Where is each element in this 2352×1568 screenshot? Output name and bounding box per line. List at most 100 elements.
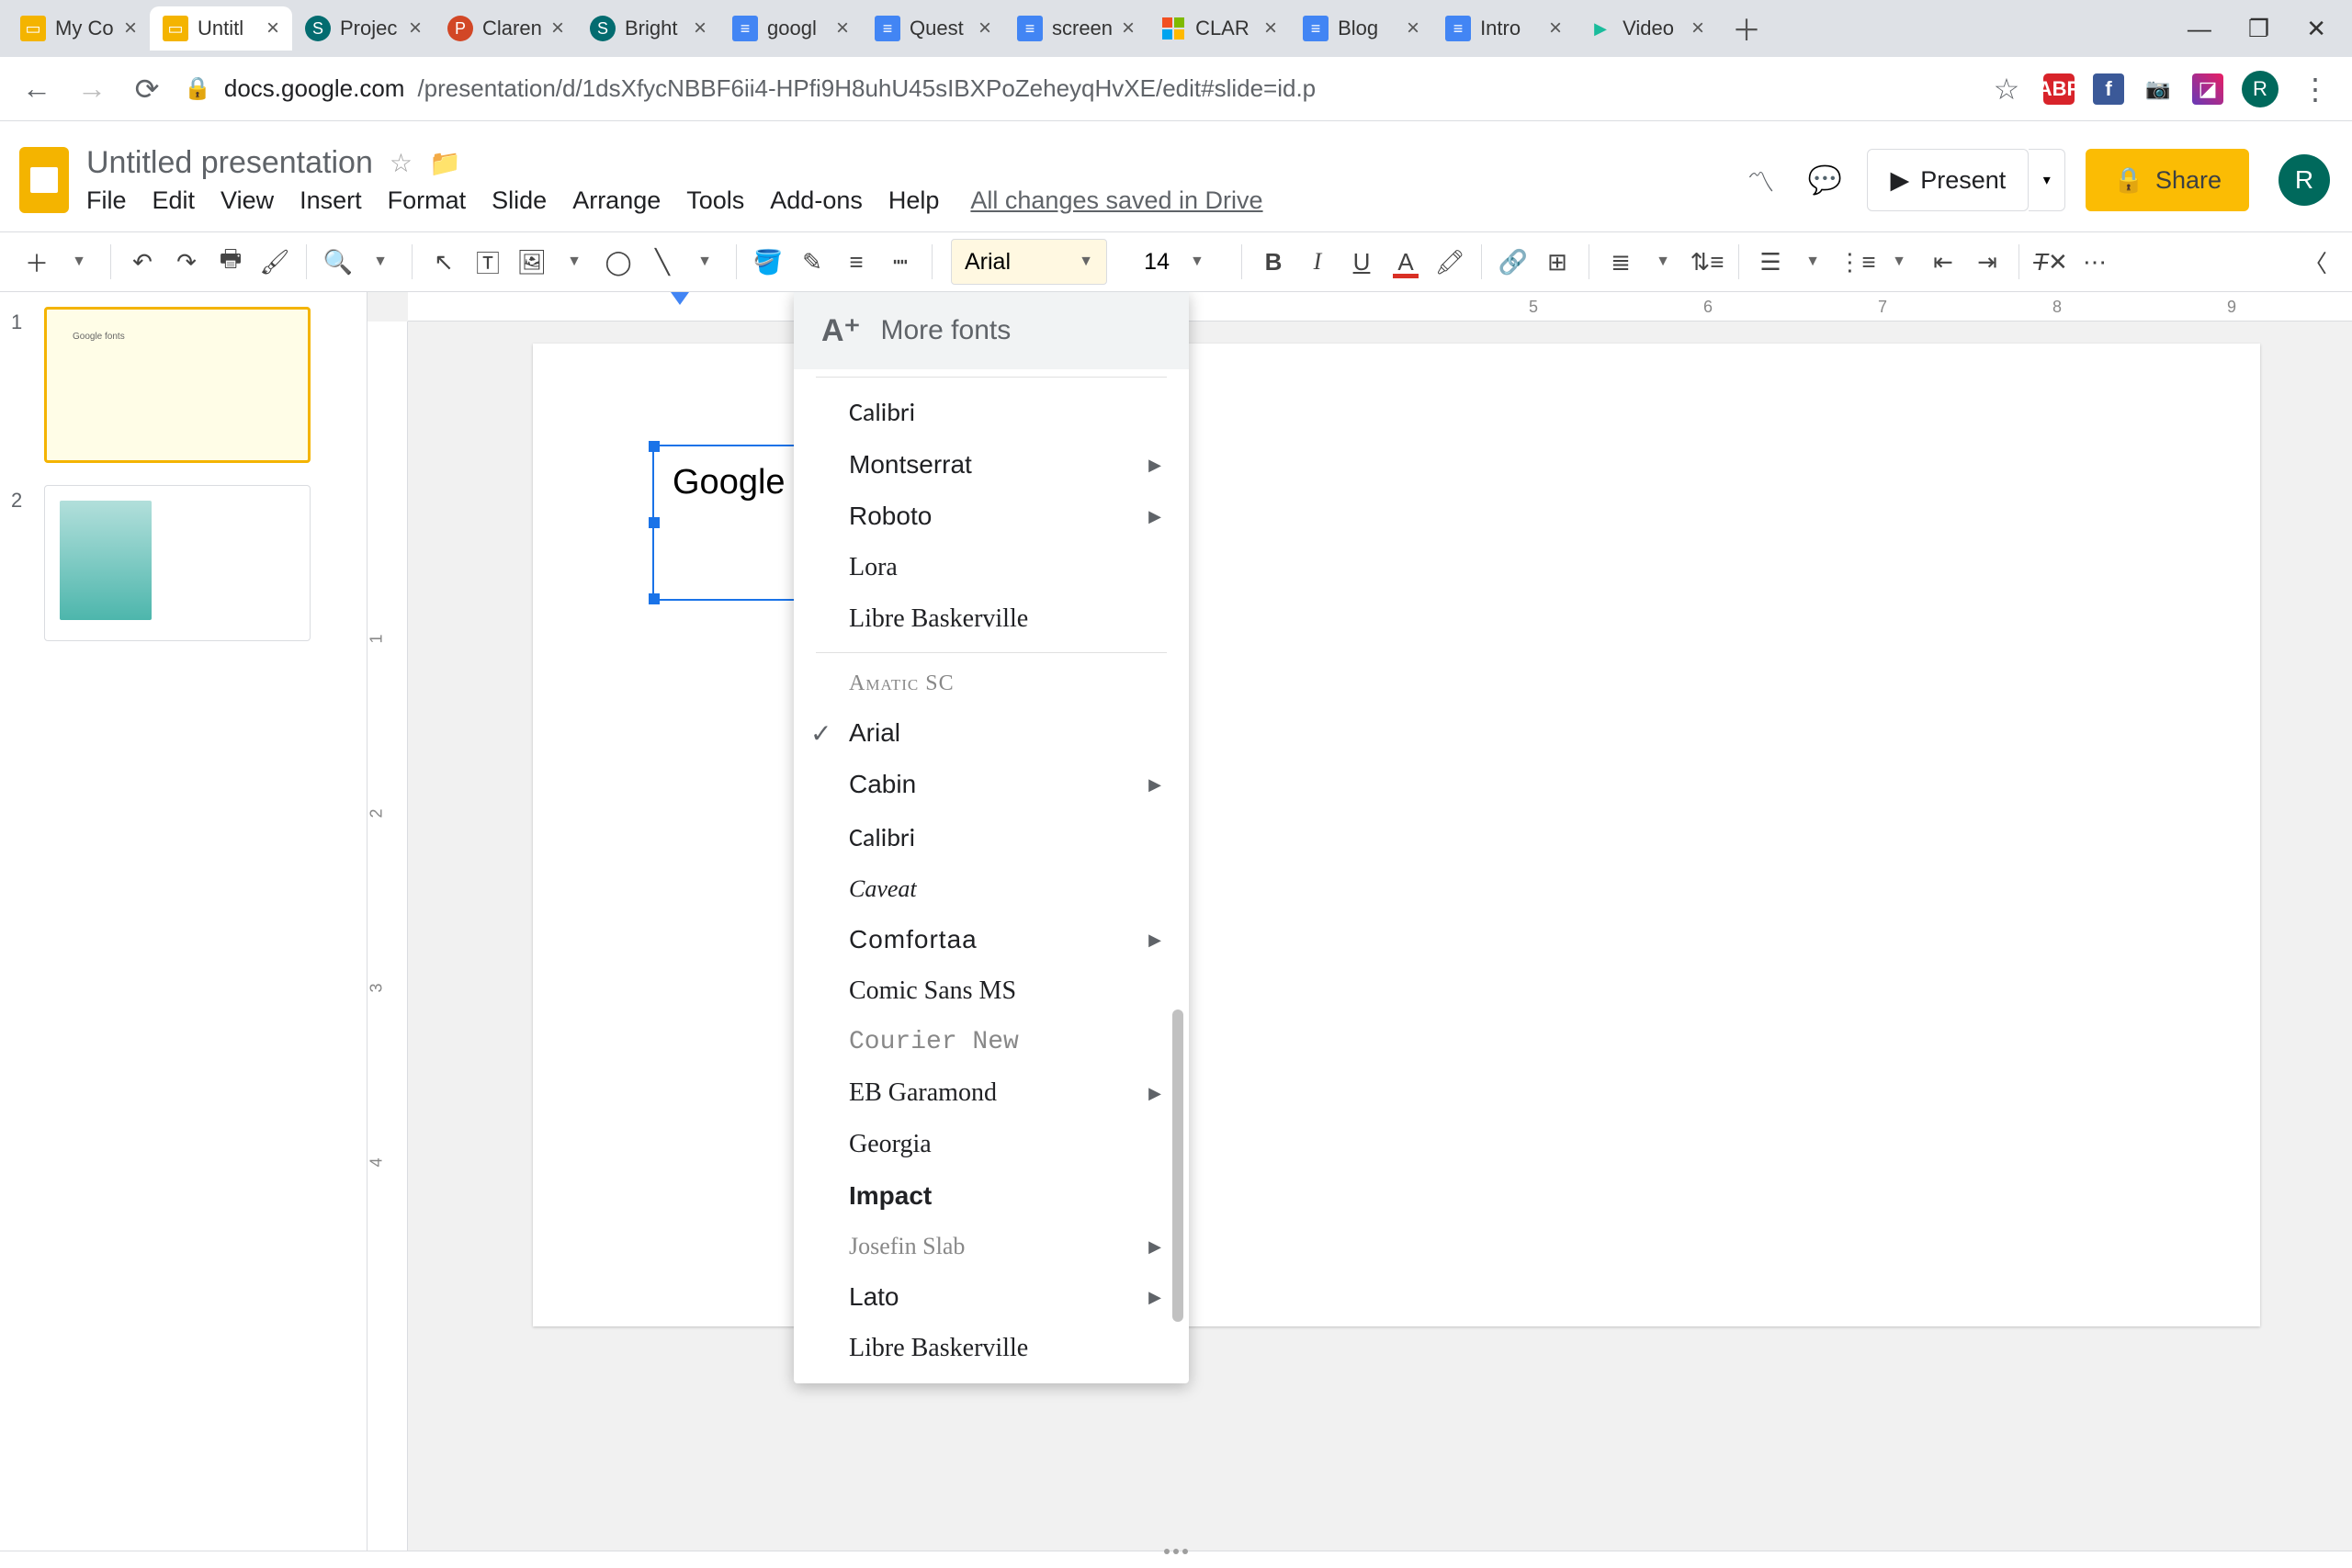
text-color-button[interactable]: A: [1385, 242, 1426, 282]
menu-tools[interactable]: Tools: [686, 186, 744, 215]
menu-slide[interactable]: Slide: [492, 186, 547, 215]
url-field[interactable]: 🔒 docs.google.com/presentation/d/1dsXfyc…: [184, 74, 1970, 103]
font-size-select[interactable]: 14 ▼: [1124, 239, 1225, 285]
tab-close-icon[interactable]: ×: [1691, 16, 1704, 41]
document-title[interactable]: Untitled presentation: [86, 145, 373, 181]
slide-thumb-1[interactable]: Google fonts: [44, 307, 311, 463]
menu-format[interactable]: Format: [388, 186, 467, 215]
redo-button[interactable]: ↷: [166, 242, 207, 282]
present-dropdown[interactable]: ▾: [2029, 149, 2065, 211]
font-option[interactable]: Impact: [794, 1170, 1189, 1222]
forward-button[interactable]: →: [74, 72, 110, 106]
fill-color-button[interactable]: 🪣: [748, 242, 788, 282]
align-dropdown[interactable]: ▼: [1643, 242, 1683, 282]
screenshot-extension-icon[interactable]: 📷: [2143, 73, 2174, 105]
maximize-button[interactable]: ❐: [2248, 15, 2269, 43]
font-option[interactable]: Amatic SC: [794, 660, 1189, 707]
new-slide-button[interactable]: ＋: [17, 242, 57, 282]
more-fonts-button[interactable]: A⁺ More fonts: [794, 292, 1189, 369]
browser-tab[interactable]: SBright×: [577, 6, 719, 51]
tab-close-icon[interactable]: ×: [124, 16, 137, 41]
font-option[interactable]: Courier New: [794, 1017, 1189, 1067]
line-spacing-button[interactable]: ⇅≡: [1687, 242, 1727, 282]
font-option[interactable]: Lato▶: [794, 1271, 1189, 1323]
facebook-extension-icon[interactable]: f: [2093, 73, 2124, 105]
browser-tab[interactable]: PClaren×: [435, 6, 577, 51]
font-option[interactable]: Georgia: [794, 1119, 1189, 1170]
profile-badge[interactable]: R: [2242, 71, 2278, 107]
font-option[interactable]: Roboto▶: [794, 491, 1189, 542]
tab-close-icon[interactable]: ×: [266, 16, 279, 41]
line-tool[interactable]: ╲: [642, 242, 683, 282]
menu-view[interactable]: View: [220, 186, 274, 215]
bold-button[interactable]: B: [1253, 242, 1294, 282]
font-option[interactable]: Comic Sans MS: [794, 965, 1189, 1017]
bulleted-list-button[interactable]: ⋮≡: [1837, 242, 1877, 282]
resize-handle[interactable]: [649, 593, 660, 604]
insert-link-button[interactable]: 🔗: [1493, 242, 1533, 282]
browser-tab[interactable]: ▭My Co×: [7, 6, 150, 51]
font-option[interactable]: Calibri: [794, 385, 1189, 439]
slide-thumb-2[interactable]: [44, 485, 311, 641]
bookmark-button[interactable]: ☆: [1988, 72, 2025, 107]
star-button[interactable]: ☆: [390, 148, 413, 178]
tab-close-icon[interactable]: ×: [978, 16, 991, 41]
tab-close-icon[interactable]: ×: [836, 16, 849, 41]
browser-tab[interactable]: CLAR×: [1148, 6, 1290, 51]
slide-canvas[interactable]: Google fonts: [533, 344, 2260, 1326]
font-option[interactable]: EB Garamond▶: [794, 1067, 1189, 1119]
save-status[interactable]: All changes saved in Drive: [970, 186, 1262, 215]
font-option[interactable]: Caveat: [794, 864, 1189, 914]
chrome-menu-button[interactable]: ⋮: [2297, 72, 2334, 107]
shape-tool[interactable]: ◯: [598, 242, 639, 282]
move-folder-button[interactable]: 📁: [429, 148, 461, 178]
font-option[interactable]: Cabin▶: [794, 759, 1189, 810]
paint-format-button[interactable]: 🖌: [254, 242, 295, 282]
browser-tab[interactable]: ≡screen×: [1004, 6, 1148, 51]
increase-indent-button[interactable]: ⇥: [1967, 242, 2007, 282]
minimize-button[interactable]: —: [2188, 15, 2211, 43]
zoom-dropdown[interactable]: ▼: [360, 242, 401, 282]
browser-tab[interactable]: ≡Quest×: [862, 6, 1004, 51]
tab-close-icon[interactable]: ×: [1549, 16, 1562, 41]
underline-button[interactable]: U: [1341, 242, 1382, 282]
present-button[interactable]: ▶ Present: [1867, 149, 2029, 211]
new-tab-button[interactable]: ＋: [1724, 6, 1769, 51]
browser-tab[interactable]: ▭Untitl×: [150, 6, 292, 51]
bulleted-list-dropdown[interactable]: ▼: [1879, 242, 1919, 282]
close-window-button[interactable]: ✕: [2306, 15, 2326, 43]
highlight-button[interactable]: 🖍: [1430, 242, 1470, 282]
menu-edit[interactable]: Edit: [153, 186, 196, 215]
browser-tab[interactable]: ≡googl×: [719, 6, 862, 51]
font-family-select[interactable]: Arial ▼: [951, 239, 1107, 285]
numbered-list-button[interactable]: ☰: [1750, 242, 1791, 282]
horizontal-ruler[interactable]: 1 5 6 7 8 9: [408, 292, 2352, 321]
notes-splitter[interactable]: [1153, 1546, 1199, 1557]
resize-handle[interactable]: [649, 441, 660, 452]
font-option[interactable]: Comfortaa▶: [794, 914, 1189, 965]
new-slide-dropdown[interactable]: ▼: [59, 242, 99, 282]
browser-tab[interactable]: SProjec×: [292, 6, 435, 51]
extension-icon[interactable]: ◪: [2192, 73, 2223, 105]
select-tool[interactable]: ↖: [424, 242, 464, 282]
numbered-list-dropdown[interactable]: ▼: [1792, 242, 1833, 282]
tab-close-icon[interactable]: ×: [1264, 16, 1277, 41]
font-option[interactable]: Lora: [794, 542, 1189, 593]
back-button[interactable]: ←: [18, 72, 55, 106]
line-dropdown[interactable]: ▼: [684, 242, 725, 282]
tab-close-icon[interactable]: ×: [551, 16, 564, 41]
italic-button[interactable]: I: [1297, 242, 1338, 282]
font-option[interactable]: Libre Baskerville: [794, 1323, 1189, 1374]
browser-tab[interactable]: ≡Blog×: [1290, 6, 1432, 51]
vertical-ruler[interactable]: 1 2 3 4: [368, 321, 408, 1551]
font-option[interactable]: ✓Arial: [794, 707, 1189, 759]
font-option[interactable]: Calibri: [794, 810, 1189, 864]
undo-button[interactable]: ↶: [122, 242, 163, 282]
image-dropdown[interactable]: ▼: [554, 242, 594, 282]
speaker-notes[interactable]: Click to add speaker notes: [0, 1551, 2352, 1568]
collapse-toolbar-button[interactable]: 〈: [2295, 242, 2335, 282]
resize-handle[interactable]: [649, 517, 660, 528]
ruler-indent-marker[interactable]: [671, 292, 689, 305]
reload-button[interactable]: ⟳: [129, 72, 165, 107]
menu-help[interactable]: Help: [888, 186, 940, 215]
